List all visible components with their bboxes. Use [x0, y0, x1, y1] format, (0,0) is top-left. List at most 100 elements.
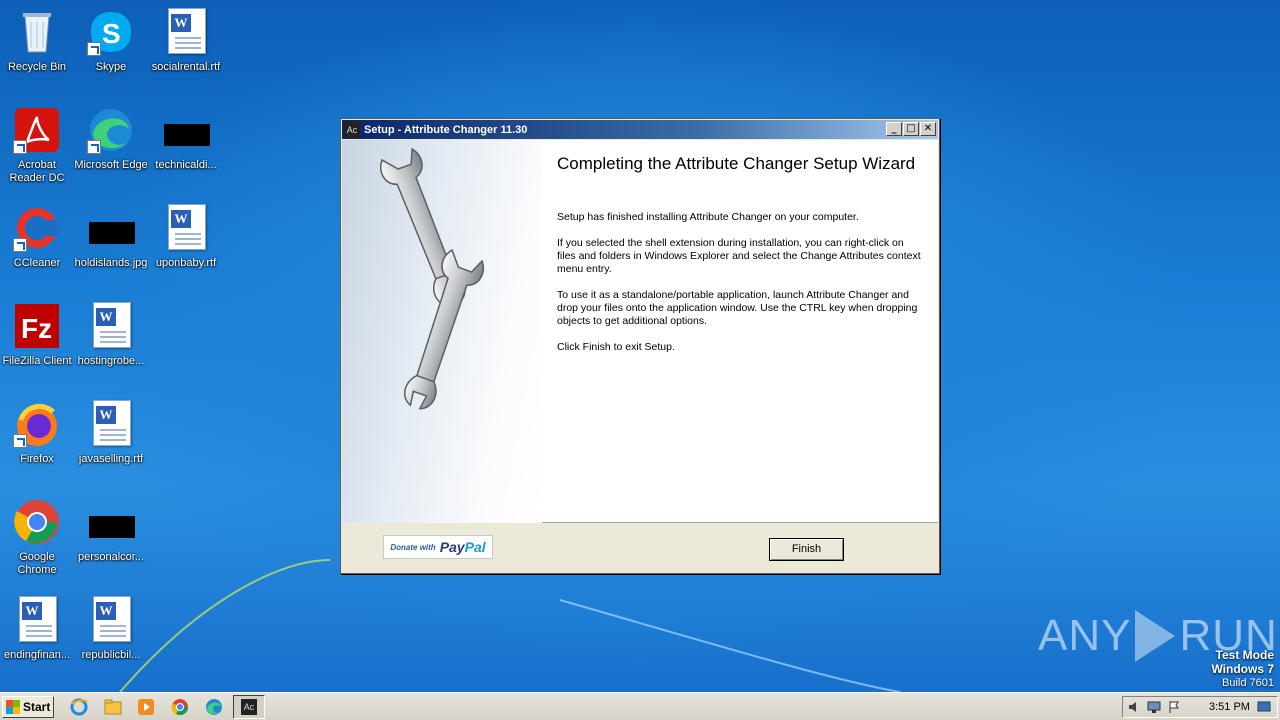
desktop-icon-endingfinan[interactable]: W endingfinan...: [0, 592, 74, 682]
desktop-icon-hostingrobe[interactable]: W hostingrobe...: [74, 298, 148, 388]
word-document-icon: W: [162, 8, 210, 56]
acrobat-icon: [13, 106, 61, 154]
action-center-flag-icon[interactable]: [1165, 698, 1183, 716]
setup-window: Ac Setup - Attribute Changer 11.30 _ □ ✕: [340, 118, 940, 574]
taskbar-attribute-changer[interactable]: Ac: [233, 695, 265, 719]
wizard-paragraph: Click Finish to exit Setup.: [557, 341, 675, 353]
desktop-icon-acrobat[interactable]: Acrobat Reader DC: [0, 102, 74, 192]
wizard-paragraph: If you selected the shell extension duri…: [557, 237, 921, 275]
firefox-icon: [13, 400, 61, 448]
wizard-banner: [342, 140, 542, 523]
test-mode-line: Test Mode: [1215, 648, 1274, 662]
media-player-icon[interactable]: [135, 697, 157, 717]
paypal-pal: Pal: [464, 539, 486, 555]
window-title: Setup - Attribute Changer 11.30: [364, 123, 528, 136]
shortcut-arrow-icon: [13, 434, 27, 448]
donate-paypal-button[interactable]: Donate with PayPal: [383, 535, 493, 559]
desktop-icon-firefox[interactable]: Firefox: [0, 396, 74, 486]
wizard-paragraph: Setup has finished installing Attribute …: [557, 211, 859, 223]
edge-icon: [87, 106, 135, 154]
desktop-icon-edge[interactable]: Microsoft Edge: [74, 102, 148, 192]
desktop-icon-label: Skype: [95, 61, 127, 73]
desktop-icon-label: CCleaner: [13, 257, 61, 269]
desktop-icon-label: Recycle Bin: [7, 61, 67, 73]
shortcut-arrow-icon: [87, 140, 101, 154]
ccleaner-icon: [13, 204, 61, 252]
desktop-icon-ccleaner[interactable]: CCleaner: [0, 200, 74, 290]
word-document-icon: W: [87, 596, 135, 644]
skype-icon: S: [87, 8, 135, 56]
build-line: Build 7601: [1222, 677, 1274, 689]
word-document-icon: W: [162, 204, 210, 252]
desktop-icon-holdislands[interactable]: holdislands.jpg: [74, 200, 148, 290]
speaker-icon[interactable]: [1125, 698, 1143, 716]
desktop-icon-label: Firefox: [20, 453, 54, 465]
attribute-changer-app-icon: Ac: [344, 121, 360, 138]
paypal-logo: PayPal: [440, 539, 486, 555]
recycle-bin-icon: [13, 8, 61, 56]
donate-label: Donate with: [390, 542, 436, 552]
desktop-icon-filezilla[interactable]: Fz FileZilla Client: [0, 298, 74, 388]
file-explorer-icon[interactable]: [102, 697, 124, 717]
desktop-icon-skype[interactable]: S Skype: [74, 4, 148, 94]
play-icon: [1135, 610, 1176, 662]
shortcut-arrow-icon: [13, 238, 27, 252]
desktop-icon-socialrental[interactable]: W socialrental.rtf: [149, 4, 223, 94]
taskbar: Start Ac 3:51 PM: [0, 692, 1280, 720]
wizard-heading: Completing the Attribute Changer Setup W…: [557, 154, 916, 173]
desktop-icon-label: FileZilla Client: [2, 355, 72, 367]
svg-text:Fz: Fz: [21, 313, 52, 344]
start-label: Start: [23, 700, 51, 714]
desktop-icon-label: holdislands.jpg: [74, 257, 148, 269]
filezilla-icon: Fz: [13, 302, 61, 350]
start-button[interactable]: Start: [2, 696, 54, 718]
desktop-icon-label: uponbaby.rtf: [155, 257, 217, 269]
desktop-icon-label: hostingrobe...: [77, 355, 145, 367]
taskbar-clock[interactable]: 3:51 PM: [1209, 701, 1250, 713]
desktop-icon-technicaldi[interactable]: technicaldi...: [149, 102, 223, 192]
system-tray: 3:51 PM: [1122, 696, 1278, 718]
desktop-icon-label: javaselling.rtf: [78, 453, 144, 465]
wrench-icon: [380, 147, 484, 410]
attribute-changer-icon: Ac: [241, 699, 257, 715]
finish-button[interactable]: Finish: [769, 538, 844, 561]
wizard-paragraph: To use it as a standalone/portable appli…: [557, 289, 918, 327]
title-bar[interactable]: Ac Setup - Attribute Changer 11.30 _ □ ✕: [342, 120, 938, 139]
edge-taskbar-icon[interactable]: [203, 697, 225, 717]
svg-text:S: S: [102, 18, 121, 49]
windows-logo-icon: [6, 700, 20, 714]
desktop-icon-javaselling[interactable]: W javaselling.rtf: [74, 396, 148, 486]
show-desktop-icon[interactable]: [1255, 698, 1273, 716]
close-button[interactable]: ✕: [920, 122, 936, 136]
internet-explorer-icon[interactable]: [68, 697, 90, 717]
desktop-icon-chrome[interactable]: Google Chrome: [0, 494, 74, 584]
os-version-line: Windows 7: [1211, 662, 1274, 676]
chrome-taskbar-icon[interactable]: [169, 697, 191, 717]
desktop-icon-label: socialrental.rtf: [151, 61, 221, 73]
image-thumbnail-icon: [87, 498, 135, 546]
desktop-icon-republicbil[interactable]: W republicbil...: [74, 592, 148, 682]
shortcut-arrow-icon: [87, 42, 101, 56]
wizard-content: Completing the Attribute Changer Setup W…: [342, 140, 938, 523]
desktop-icon-label: endingfinan...: [3, 649, 71, 661]
word-document-icon: W: [87, 400, 135, 448]
desktop-icon-label: personalcor...: [77, 551, 145, 563]
shortcut-arrow-icon: [13, 140, 27, 154]
desktop-icon-label: technicaldi...: [155, 159, 217, 171]
desktop-icon-label: Google Chrome: [17, 551, 57, 576]
desktop-icon-label: republicbil...: [81, 649, 141, 661]
desktop-icon-recycle-bin[interactable]: Recycle Bin: [0, 4, 74, 94]
word-document-icon: W: [13, 596, 61, 644]
desktop-icon-uponbaby[interactable]: W uponbaby.rtf: [149, 200, 223, 290]
test-mode-notice: Test Mode Windows 7 Build 7601: [1211, 648, 1274, 690]
chrome-icon: [13, 498, 61, 546]
desktop-icon-personalcor[interactable]: personalcor...: [74, 494, 148, 584]
desktop-icon-label: Acrobat Reader DC: [9, 159, 65, 184]
image-thumbnail-icon: [87, 204, 135, 252]
network-icon[interactable]: [1145, 698, 1163, 716]
desktop-icon-label: Microsoft Edge: [74, 159, 148, 171]
minimize-button[interactable]: _: [886, 122, 902, 136]
maximize-button[interactable]: □: [903, 122, 919, 136]
word-document-icon: W: [87, 302, 135, 350]
image-thumbnail-icon: [162, 106, 210, 154]
